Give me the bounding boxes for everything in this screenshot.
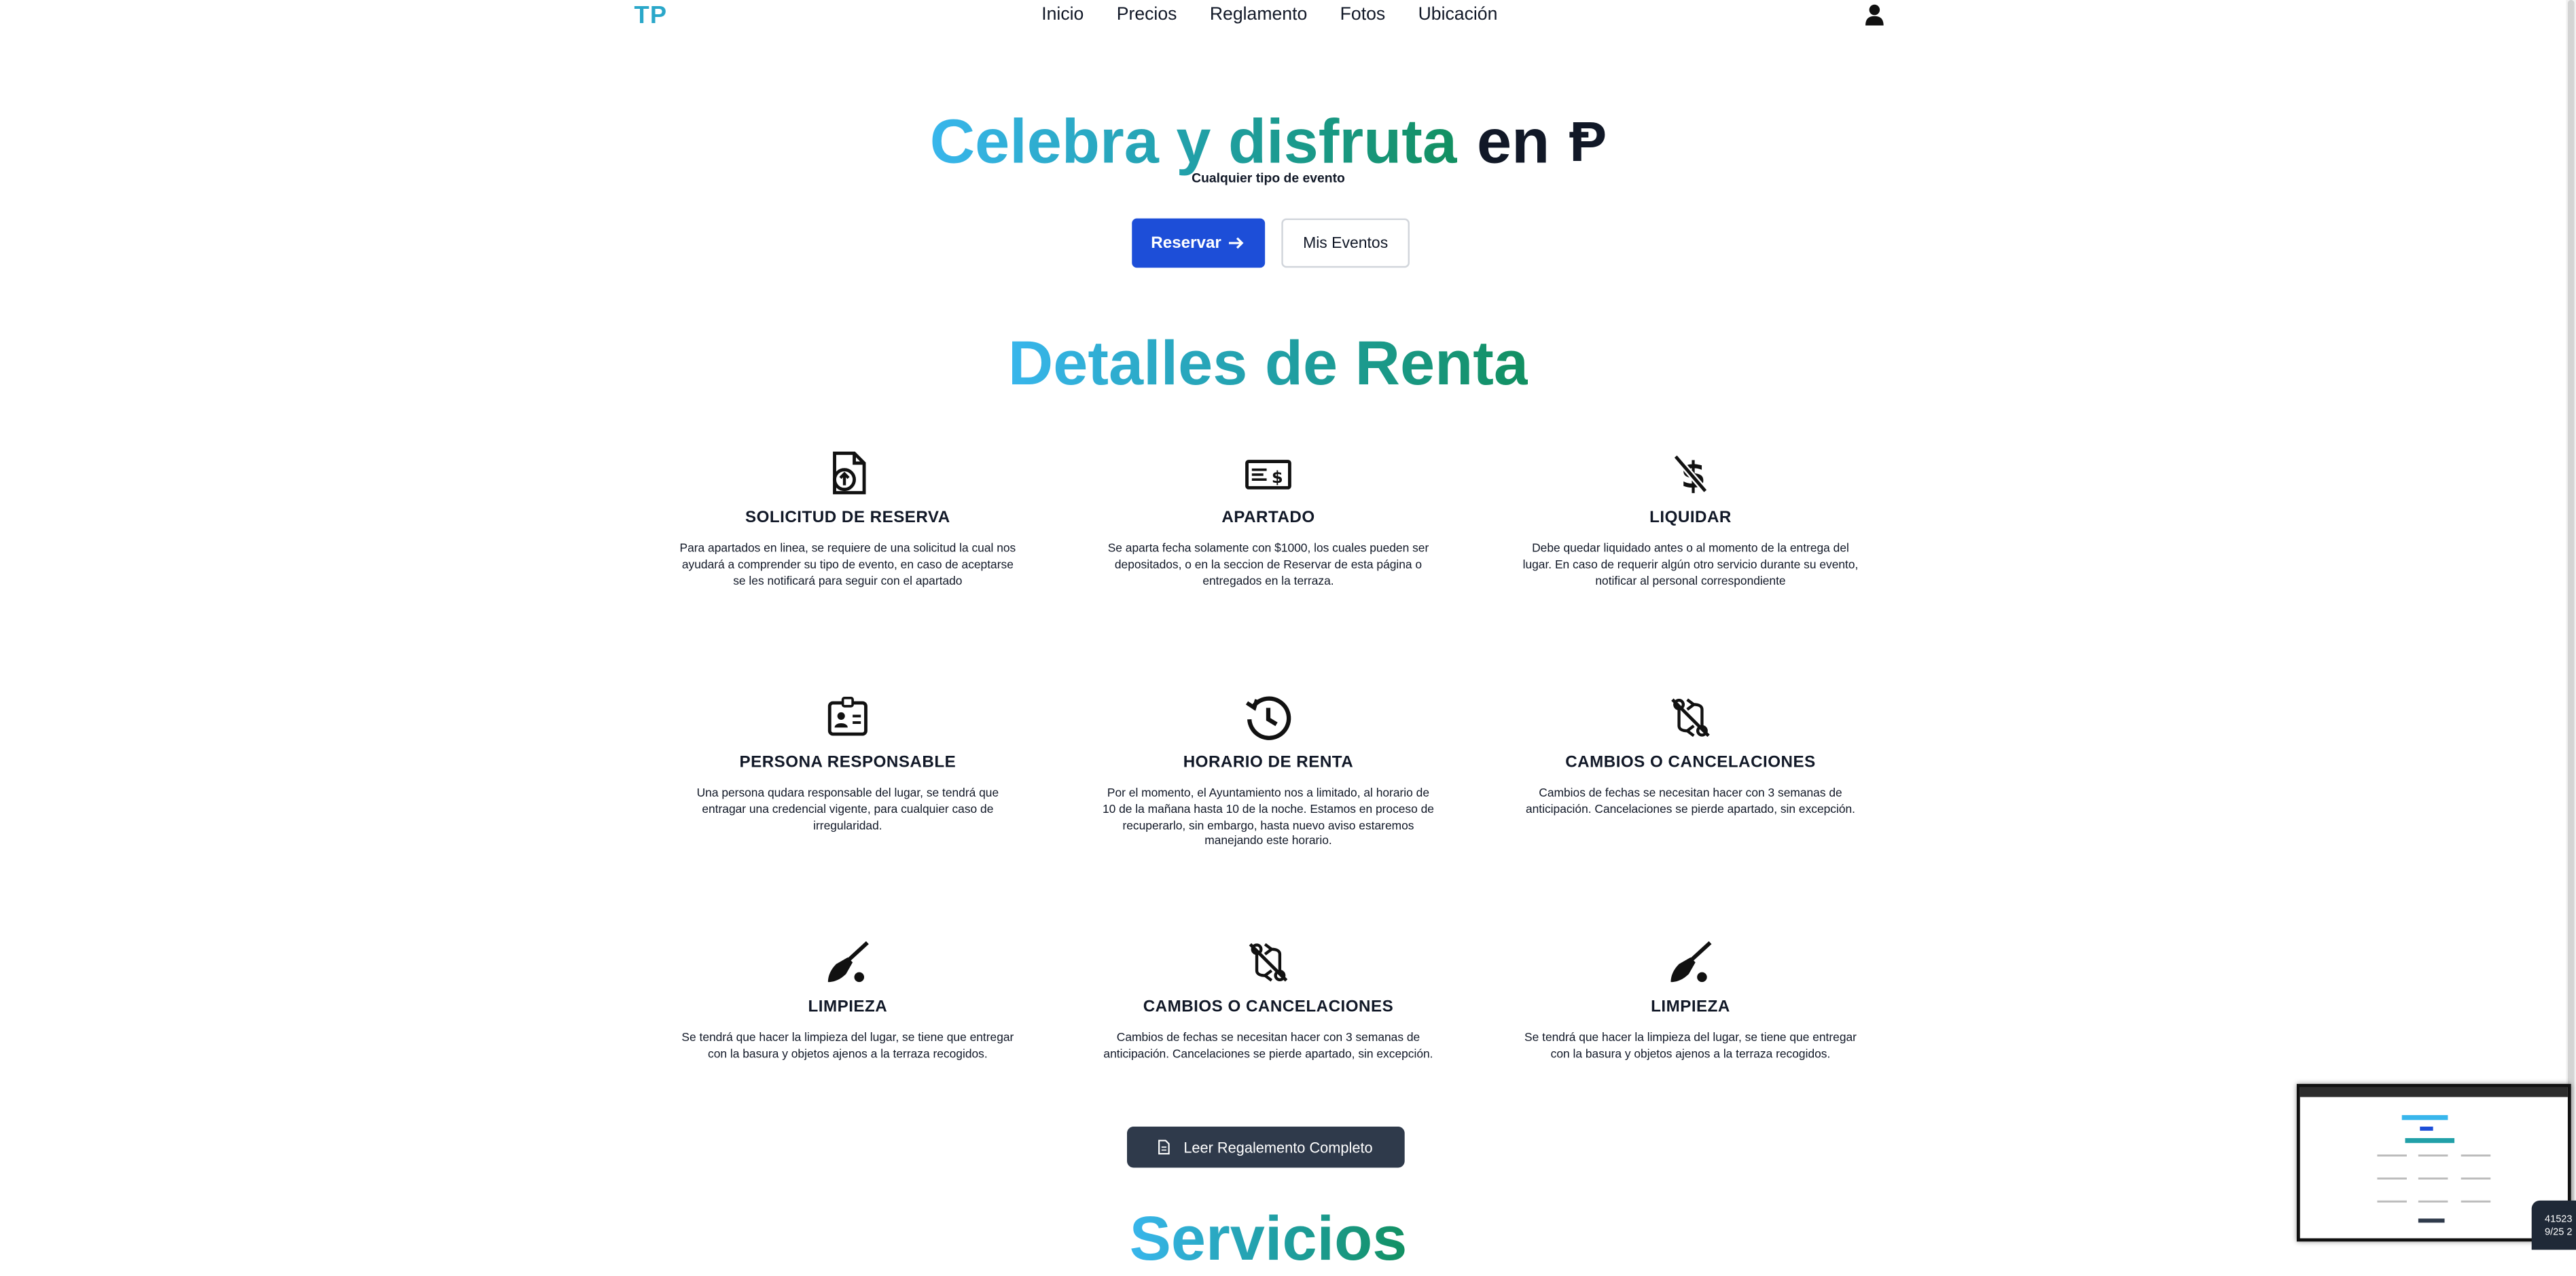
dollar-off-icon: $ [1673,454,1708,496]
card-horario: HORARIO DE RENTA Por el momento, el Ayun… [1099,693,1437,850]
page: TP Inicio Precios Reglamento Fotos Ubica… [0,0,2576,1275]
card-cambios: CAMBIOS O CANCELACIONES Cambios de fecha… [1521,693,1859,818]
broom-icon [827,941,869,983]
id-badge-icon [827,696,867,736]
money-check-icon: $ [1245,460,1291,490]
card-desc: Se aparta fecha solamente con $1000, los… [1107,540,1429,587]
card-limpieza: LIMPIEZA Se tendrá que hacer la limpieza… [679,938,1017,1062]
screenshot-thumbnail[interactable] [2296,1084,2571,1242]
card-desc: Se tendrá que hacer la limpieza del luga… [1524,1029,1857,1061]
top-nav: TP Inicio Precios Reglamento Fotos Ubica… [0,0,2576,33]
card-title: CAMBIOS O CANCELACIONES [1565,754,1816,772]
svg-text:$: $ [1272,468,1283,487]
corner-line1: 41523 [2545,1215,2573,1226]
card-liquidar: $ LIQUIDAR Debe quedar liquidado antes o… [1521,448,1859,589]
card-desc: Cambios de fechas se necesitan hacer con… [1525,784,1856,816]
card-title: LIMPIEZA [1651,998,1730,1017]
broom-icon [1670,941,1712,983]
hero-title-en: en [1477,108,1550,178]
site-logo[interactable]: TP [634,1,667,29]
details-title: Detalles de Renta [1007,330,1529,399]
card-apartado: $ APARTADO Se aparta fecha solamente con… [1099,448,1437,589]
nav-item-reglamento[interactable]: Reglamento [1210,5,1307,24]
read-regulations-button[interactable]: Leer Regalemento Completo [1127,1127,1405,1168]
read-regulations-label: Leer Regalemento Completo [1183,1139,1373,1156]
scroll-thumb[interactable] [2567,0,2575,1250]
card-title: SOLICITUD DE RESERVA [745,509,950,528]
card-title: LIQUIDAR [1649,509,1732,528]
nav-item-precios[interactable]: Precios [1117,5,1177,24]
card-title: HORARIO DE RENTA [1183,754,1354,772]
my-events-button[interactable]: Mis Eventos [1281,218,1410,268]
hero-title: Celebra y disfruta en Ᵽ [930,105,1607,181]
nav-item-fotos[interactable]: Fotos [1340,5,1386,24]
card-title: APARTADO [1221,509,1315,528]
git-compare-off-icon [1249,943,1288,982]
reserve-button-label: Reservar [1151,234,1221,253]
card-cambios-2: CAMBIOS O CANCELACIONES Cambios de fecha… [1099,938,1437,1062]
nav-item-ubicacion[interactable]: Ubicación [1418,5,1498,24]
hero-buttons: Reservar Mis Eventos [1132,218,1410,268]
thumbnail-browser-bar [2300,1087,2568,1097]
card-limpieza-2: LIMPIEZA Se tendrá que hacer la limpieza… [1521,938,1859,1062]
card-title: LIMPIEZA [808,998,888,1017]
card-title: PERSONA RESPONSABLE [739,754,956,772]
hero-subtitle: Cualquier tipo de evento [1192,170,1345,186]
card-desc: Una persona qudara responsable del lugar… [696,784,999,833]
reserve-button[interactable]: Reservar [1132,218,1266,268]
hero-logo-glyph: Ᵽ [1569,111,1607,175]
card-desc: Para apartados en linea, se requiere de … [679,540,1016,587]
user-icon[interactable] [1865,3,1884,26]
hero-title-gradient: Celebra y disfruta [930,105,1457,181]
history-clock-icon [1245,696,1291,740]
nav-menu: Inicio Precios Reglamento Fotos Ubicació… [1041,5,1497,24]
card-desc: Se tendrá que hacer la limpieza del luga… [681,1029,1014,1061]
git-compare-off-icon [1671,698,1710,737]
card-desc: Por el momento, el Ayuntamiento nos a li… [1102,784,1434,848]
document-icon [1159,1140,1170,1154]
card-desc: Debe quedar liquidado antes o al momento… [1522,540,1859,587]
corner-overlay: 41523 9/25 2 [2531,1200,2576,1250]
file-upload-icon [833,452,866,494]
card-persona: PERSONA RESPONSABLE Una persona qudara r… [679,693,1017,834]
card-solicitud: SOLICITUD DE RESERVA Para apartados en l… [679,448,1017,589]
thumbnail-page-preview [2303,1100,2558,1232]
card-desc: Cambios de fechas se necesitan hacer con… [1103,1029,1433,1061]
corner-line2: 9/25 2 [2545,1228,2573,1239]
card-title: CAMBIOS O CANCELACIONES [1143,998,1394,1017]
hero: Celebra y disfruta en Ᵽ Cualquier tipo d… [0,105,2537,186]
scrollbar[interactable] [2566,0,2576,1250]
arrow-right-icon [1229,237,1245,249]
nav-item-inicio[interactable]: Inicio [1041,5,1084,24]
services-title: Servicios [1129,1205,1408,1275]
